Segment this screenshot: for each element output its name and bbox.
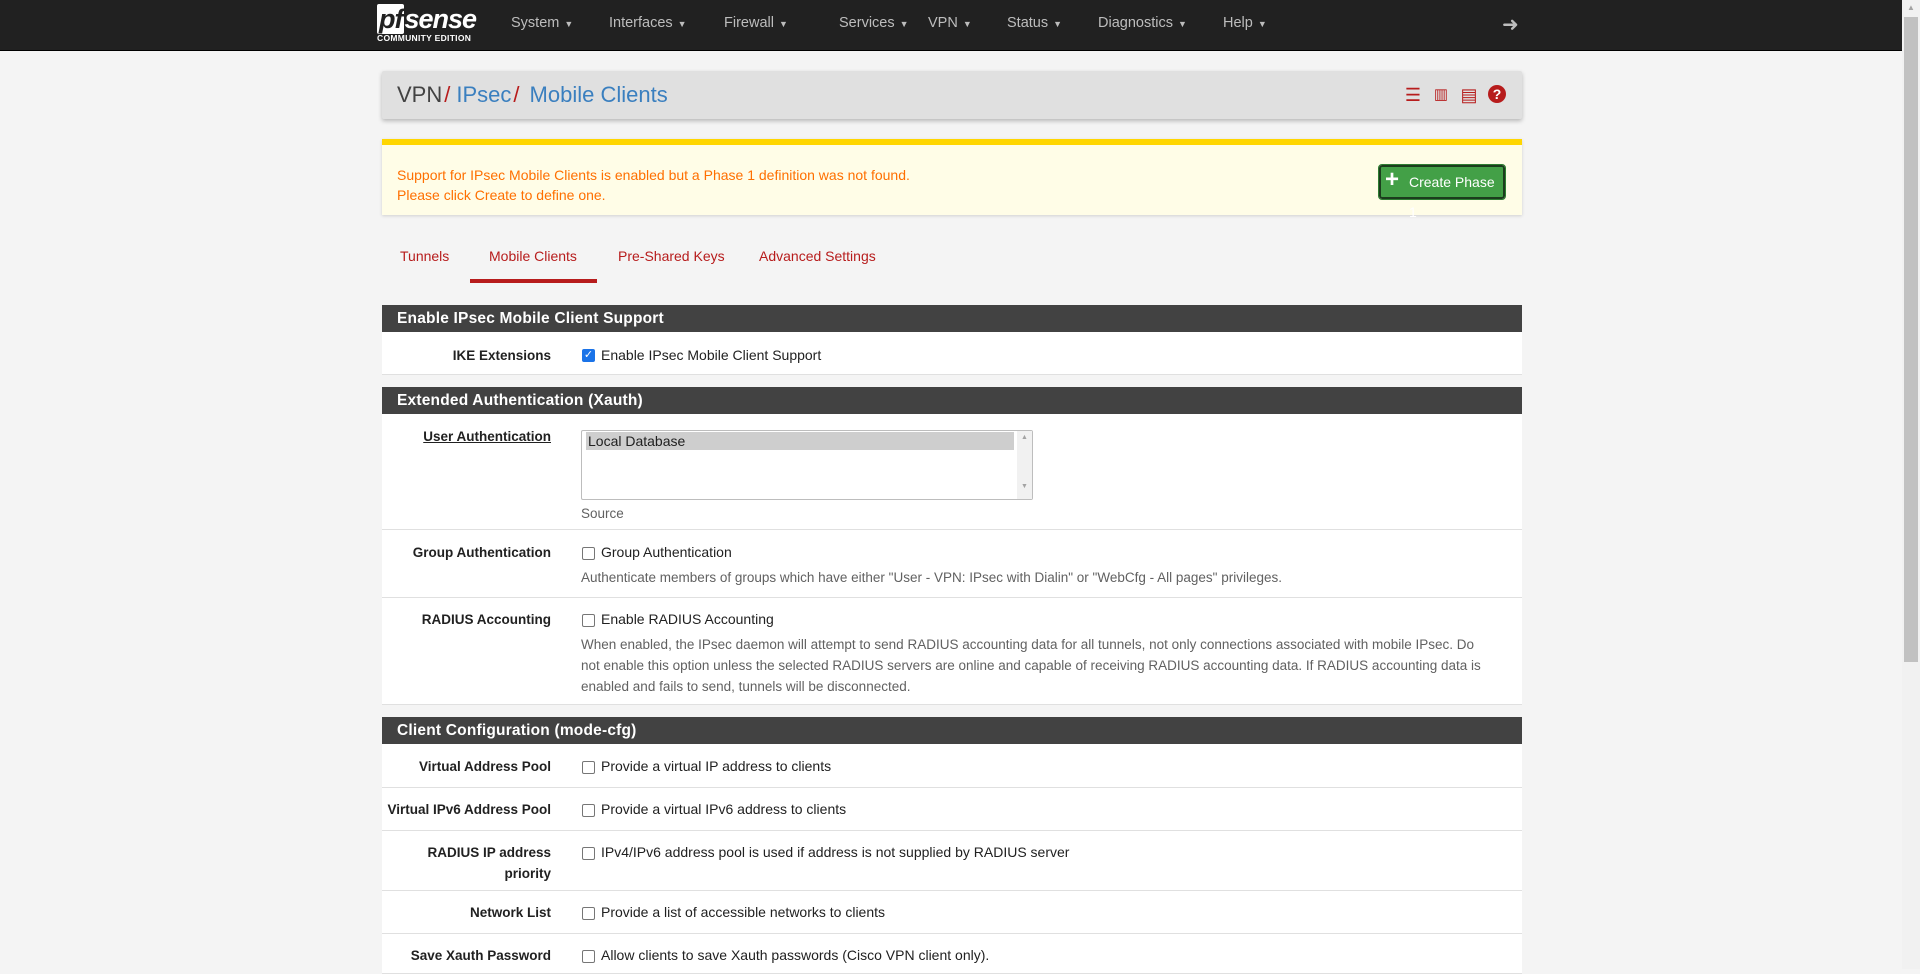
help-text: Authenticate members of groups which hav… [581,570,1282,585]
breadcrumb-mobile-clients[interactable]: Mobile Clients [530,82,668,107]
section-header-xauth: Extended Authentication (Xauth) [382,387,1522,414]
row-ike-extensions: IKE Extensions ✓ Enable IPsec Mobile Cli… [382,332,1522,375]
radius-ip-priority-checkbox[interactable] [582,847,595,860]
row-network-list: Network List Provide a list of accessibl… [382,891,1522,934]
field-label: RADIUS IP address priority [427,845,551,881]
field-label: Group Authentication [412,545,551,560]
menu-status[interactable]: Status ▼ [1007,0,1062,51]
row-group-authentication: Group Authentication Group Authenticatio… [382,530,1522,598]
help-text: not enable this option unless the select… [581,658,1481,673]
menu-vpn[interactable]: VPN ▼ [928,0,972,51]
field-label: User Authentication [423,429,551,444]
checkbox-label: Allow clients to save Xauth passwords (C… [601,947,990,963]
save-xauth-password-checkbox[interactable] [582,950,595,963]
section-header-enable: Enable IPsec Mobile Client Support [382,305,1522,332]
section-header-mode-cfg: Client Configuration (mode-cfg) [382,717,1522,744]
help-text: Source [581,506,624,521]
alert-line-1: Support for IPsec Mobile Clients is enab… [397,167,910,183]
checkbox-label: Group Authentication [601,544,732,560]
field-label: Save Xauth Password [410,948,551,963]
checkbox-label: Provide a virtual IP address to clients [601,758,832,774]
row-virtual-address-pool: Virtual Address Pool Provide a virtual I… [382,744,1522,788]
user-authentication-listbox[interactable]: Local Database ▲ ▼ [581,430,1033,500]
menu-services[interactable]: Services ▼ [839,0,909,51]
row-virtual-ipv6-address-pool: Virtual IPv6 Address Pool Provide a virt… [382,788,1522,831]
radius-accounting-checkbox[interactable] [582,614,595,627]
virtual-address-pool-checkbox[interactable] [582,761,595,774]
tab-tunnels[interactable]: Tunnels [400,248,449,264]
field-label: Network List [469,905,551,920]
menu-interfaces[interactable]: Interfaces ▼ [609,0,687,51]
menu-help[interactable]: Help ▼ [1223,0,1267,51]
ike-extensions-checkbox[interactable]: ✓ [582,349,595,362]
list-icon[interactable]: ▤ [1458,85,1480,106]
tab-pre-shared-keys[interactable]: Pre-Shared Keys [618,248,725,264]
network-list-checkbox[interactable] [582,907,595,920]
listbox-option[interactable]: Local Database [586,432,1014,450]
tab-advanced-settings[interactable]: Advanced Settings [759,248,876,264]
logo-subtitle: COMMUNITY EDITION [377,33,472,43]
top-navbar: pfsense COMMUNITY EDITION System ▼ Interf… [0,0,1902,51]
menu-firewall[interactable]: Firewall ▼ [724,0,788,51]
row-radius-accounting: RADIUS Accounting Enable RADIUS Accounti… [382,598,1522,705]
checkbox-label: Provide a virtual IPv6 address to client… [601,801,847,817]
tab-mobile-clients[interactable]: Mobile Clients [489,248,577,264]
alert-line-2: Please click Create to define one. [397,187,606,203]
breadcrumb-vpn: VPN [397,82,443,107]
checkbox-label: Provide a list of accessible networks to… [601,904,886,920]
page-scrollbar[interactable]: ▲ [1902,0,1920,969]
breadcrumb: VPN/IPsec/Mobile Clients ☰ ▥ ▤ ? [382,71,1522,119]
pfsense-logo[interactable]: pfsense COMMUNITY EDITION [377,4,485,47]
row-radius-ip-priority: RADIUS IP address priority IPv4/IPv6 add… [382,831,1522,891]
checkbox-label: Enable RADIUS Accounting [601,611,774,627]
menu-diagnostics[interactable]: Diagnostics ▼ [1098,0,1187,51]
sign-out-icon[interactable]: ➜ [1502,12,1519,37]
plus-icon: + [1385,166,1400,193]
breadcrumb-ipsec[interactable]: IPsec [456,82,511,107]
checkbox-label: Enable IPsec Mobile Client Support [601,347,822,363]
checkbox-label: IPv4/IPv6 address pool is used if addres… [601,844,1070,860]
help-text: When enabled, the IPsec daemon will atte… [581,637,1474,652]
group-authentication-checkbox[interactable] [582,547,595,560]
warning-alert: Support for IPsec Mobile Clients is enab… [382,139,1522,220]
field-label: Virtual IPv6 Address Pool [387,802,551,817]
sliders-icon[interactable]: ☰ [1402,85,1424,106]
listbox-scrollbar[interactable]: ▲ ▼ [1017,431,1032,499]
field-label: Virtual Address Pool [418,759,551,774]
virtual-ipv6-pool-checkbox[interactable] [582,804,595,817]
help-text: enabled and fails to send, tunnels will … [581,679,911,694]
create-phase1-button[interactable]: + Create Phase 1 [1378,164,1506,220]
bar-chart-icon[interactable]: ▥ [1430,85,1452,103]
active-tab-indicator [470,279,597,283]
field-label: RADIUS Accounting [421,612,551,627]
row-save-xauth-password: Save Xauth Password Allow clients to sav… [382,934,1522,974]
field-label: IKE Extensions [452,348,551,363]
row-user-authentication: User Authentication Local Database ▲ ▼ So… [382,414,1522,530]
menu-system[interactable]: System ▼ [511,0,573,51]
question-circle-icon[interactable]: ? [1486,83,1508,104]
